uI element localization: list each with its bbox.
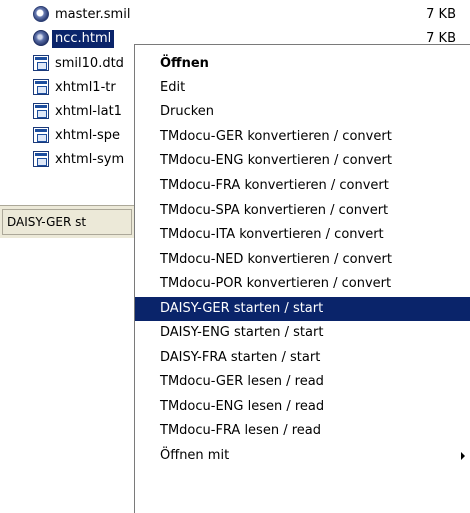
menu-item-label: TMdocu-FRA konvertieren / convert [160, 178, 389, 193]
menu-item-tmdocu-fra-read[interactable]: TMdocu-FRA lesen / read [135, 419, 470, 443]
menu-item-label: TMdocu-GER konvertieren / convert [160, 129, 392, 144]
menu-item-label: DAISY-FRA starten / start [160, 350, 321, 365]
menu-item-daisy-ger-start[interactable]: DAISY-GER starten / start [135, 297, 470, 321]
html-file-icon [33, 30, 49, 46]
menu-item-label: TMdocu-SPA konvertieren / convert [160, 203, 389, 218]
menu-item-label: TMdocu-ENG konvertieren / convert [160, 153, 393, 168]
menu-item-label: Öffnen [160, 56, 209, 71]
menu-item-tmdocu-fra-convert[interactable]: TMdocu-FRA konvertieren / convert [135, 174, 470, 198]
menu-item-label: TMdocu-FRA lesen / read [160, 423, 321, 438]
menu-item-print[interactable]: Drucken [135, 100, 470, 124]
context-menu: Öffnen Edit Drucken TMdocu-GER konvertie… [134, 44, 470, 513]
document-file-icon [33, 127, 49, 143]
menu-item-label: TMdocu-GER lesen / read [160, 374, 324, 389]
file-name[interactable]: xhtml-lat1 [52, 103, 125, 121]
file-name[interactable]: smil10.dtd [52, 55, 127, 73]
menu-item-tmdocu-ned-convert[interactable]: TMdocu-NED konvertieren / convert [135, 248, 470, 272]
menu-item-edit[interactable]: Edit [135, 76, 470, 100]
menu-item-tmdocu-eng-read[interactable]: TMdocu-ENG lesen / read [135, 395, 470, 419]
menu-item-open[interactable]: Öffnen [135, 52, 470, 76]
menu-item-label: DAISY-ENG starten / start [160, 325, 324, 340]
menu-item-open-with[interactable]: Öffnen mit [135, 444, 470, 468]
document-file-icon [33, 79, 49, 95]
file-name[interactable]: master.smil [52, 6, 133, 24]
menu-item-daisy-eng-start[interactable]: DAISY-ENG starten / start [135, 321, 470, 345]
menu-item-label: TMdocu-POR konvertieren / convert [160, 276, 392, 291]
menu-item-daisy-fra-start[interactable]: DAISY-FRA starten / start [135, 346, 470, 370]
menu-item-label: Edit [160, 80, 186, 95]
smil-file-icon [33, 6, 49, 22]
menu-item-label: Öffnen mit [160, 448, 230, 463]
menu-item-label: DAISY-GER starten / start [160, 301, 324, 316]
menu-item-tmdocu-ger-read[interactable]: TMdocu-GER lesen / read [135, 370, 470, 394]
file-name[interactable]: ncc.html [52, 30, 115, 48]
document-file-icon [33, 103, 49, 119]
file-size: 7 KB [426, 7, 456, 22]
document-file-icon [33, 55, 49, 71]
menu-item-tmdocu-spa-convert[interactable]: TMdocu-SPA konvertieren / convert [135, 199, 470, 223]
file-name[interactable]: xhtml-spe [52, 127, 123, 145]
document-file-icon [33, 151, 49, 167]
menu-item-tmdocu-ger-convert[interactable]: TMdocu-GER konvertieren / convert [135, 125, 470, 149]
file-name[interactable]: xhtml1-tr [52, 79, 119, 97]
submenu-arrow-icon [461, 452, 465, 460]
file-name[interactable]: xhtml-sym [52, 151, 127, 169]
menu-item-label: Drucken [160, 104, 215, 119]
status-text: DAISY-GER st [2, 209, 132, 235]
menu-item-label: TMdocu-ITA konvertieren / convert [160, 227, 384, 242]
menu-item-tmdocu-ita-convert[interactable]: TMdocu-ITA konvertieren / convert [135, 223, 470, 247]
menu-item-label: TMdocu-NED konvertieren / convert [160, 252, 392, 267]
menu-item-label: TMdocu-ENG lesen / read [160, 399, 325, 414]
menu-item-tmdocu-por-convert[interactable]: TMdocu-POR konvertieren / convert [135, 272, 470, 296]
menu-item-tmdocu-eng-convert[interactable]: TMdocu-ENG konvertieren / convert [135, 149, 470, 173]
file-row-master-smil[interactable]: master.smil 7 KB [0, 3, 470, 27]
